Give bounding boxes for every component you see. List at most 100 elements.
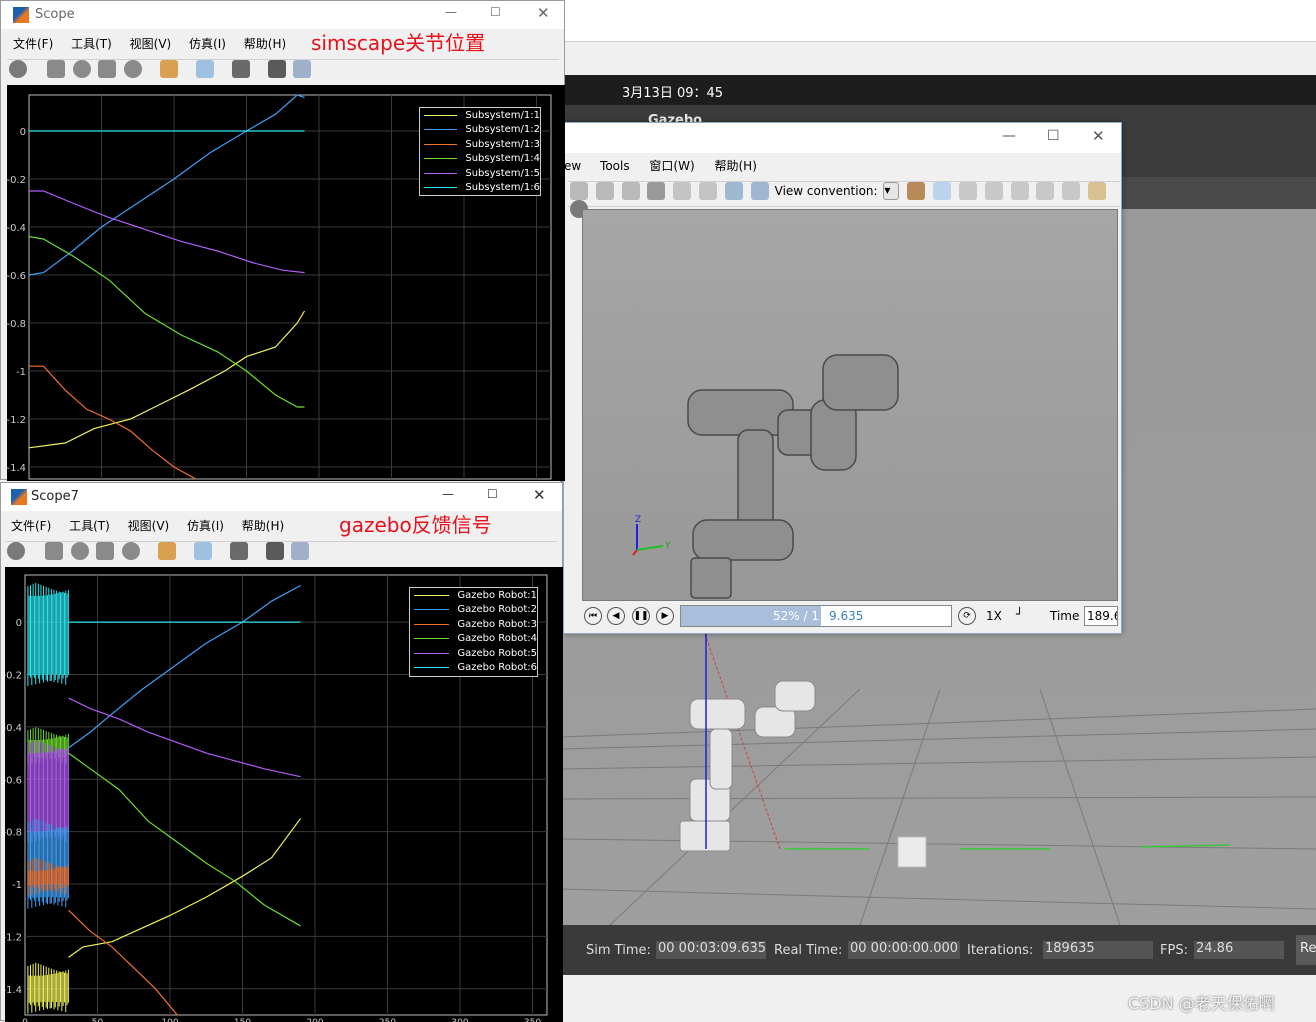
step-back-icon[interactable] (46, 60, 65, 78)
me-titlebar: — ☐ ✕ (564, 123, 1121, 153)
scope2-annotation: gazebo反馈信号 (339, 513, 492, 537)
pause-icon[interactable] (72, 60, 91, 78)
menu-tools[interactable]: 工具(T) (71, 37, 112, 51)
menu-tools[interactable]: 工具(T) (69, 519, 110, 533)
view-convention-dropdown[interactable]: ▾ (883, 182, 900, 200)
trigger-icon[interactable] (265, 542, 284, 560)
legend-label: Gazebo Robot:3 (457, 618, 537, 630)
stop-icon[interactable] (124, 60, 143, 78)
autoscale-icon[interactable] (231, 60, 250, 78)
measure-icon[interactable] (293, 60, 312, 78)
step-back-icon[interactable]: ◀ (607, 607, 625, 625)
settings-icon[interactable] (9, 60, 27, 78)
step-back-icon[interactable] (44, 542, 63, 560)
pause-icon[interactable] (70, 542, 89, 560)
legend-entry: Subsystem/1:5 (420, 166, 540, 181)
stop-icon[interactable] (122, 542, 141, 560)
scope-window-1: Scope — ☐ ✕ 文件(F) 工具(T) 视图(V) 仿真(I) 帮助(H… (0, 0, 565, 481)
scope1-plot-area[interactable]: 0 -0.2 -0.4 -0.6 -0.8 -1 -1.2 -1.4 Subsystem/1:… (7, 85, 565, 481)
view-front-icon[interactable] (570, 182, 588, 200)
skip-back-icon[interactable]: ⏮ (584, 607, 602, 625)
speed-slider-icon[interactable]: ┘ (1016, 607, 1023, 621)
svg-text:Z: Z (635, 515, 641, 525)
settings-icon[interactable] (7, 542, 25, 560)
me-playback-bar: ⏮ ◀ ❚❚ ▶ 52% / 1 9.635 ⟳ 1X ┘ Time 189.6 (582, 603, 1118, 631)
view-iso-icon[interactable] (647, 182, 666, 200)
view-back-icon[interactable] (595, 182, 614, 200)
rotate-icon[interactable] (958, 182, 977, 200)
legend-swatch (424, 187, 458, 189)
maximize-icon[interactable]: ☐ (1047, 128, 1060, 144)
menu-file[interactable]: 文件(F) (11, 519, 51, 533)
menu-tools[interactable]: Tools (600, 159, 630, 173)
maximize-icon[interactable]: ☐ (490, 5, 501, 19)
zoom-box-icon[interactable] (1062, 182, 1081, 200)
real-time-label: Real Time: (774, 943, 843, 958)
menu-view[interactable]: 视图(V) (130, 37, 172, 51)
watermark: CSDN @老天保佑啊 (1128, 994, 1275, 1013)
legend-swatch (414, 638, 450, 640)
minimize-icon[interactable]: — (445, 5, 457, 19)
reset-button[interactable]: Re (1296, 935, 1316, 965)
axes-icon[interactable] (1088, 182, 1107, 200)
menu-simulation[interactable]: 仿真(I) (187, 519, 224, 533)
view-side-icon[interactable] (621, 182, 640, 200)
minimize-icon[interactable]: — (1002, 128, 1016, 144)
menu-file[interactable]: 文件(F) (13, 37, 53, 51)
x-tick-label: 200 (306, 1018, 323, 1022)
close-icon[interactable]: ✕ (1092, 127, 1105, 145)
menu-help[interactable]: 帮助(H) (242, 519, 284, 533)
legend-swatch (414, 652, 450, 654)
maximize-icon[interactable]: ☐ (487, 487, 498, 501)
legend-label: Subsystem/1:2 (465, 124, 540, 136)
pause-icon[interactable]: ❚❚ (632, 607, 650, 625)
scope2-plot-area[interactable]: 0 -0.2 -0.4 -0.6 -0.8 -1 -1.2 -1.4 0 50 100 150 200 2… (5, 567, 563, 1022)
play-icon[interactable]: ▶ (656, 607, 674, 625)
legend-swatch (424, 158, 458, 160)
legend-entry: Gazebo Robot:4 (410, 632, 537, 647)
speed-value[interactable]: 1X (986, 609, 1002, 623)
select-icon[interactable] (933, 182, 952, 200)
split-view-icon[interactable] (673, 182, 692, 200)
legend-entry: Subsystem/1:3 (420, 137, 540, 152)
menu-view[interactable]: ew (564, 159, 581, 173)
menu-window[interactable]: 窗口(W) (649, 159, 694, 173)
pan-icon[interactable] (1010, 182, 1029, 200)
me-3d-view[interactable]: Z Y (582, 209, 1118, 601)
scope2-toolbar (5, 541, 557, 565)
svg-text:Y: Y (664, 541, 671, 551)
run-icon[interactable] (96, 542, 115, 560)
zoom-icon[interactable] (1036, 182, 1055, 200)
highlight-icon[interactable] (158, 542, 177, 560)
playback-progress[interactable]: 52% / 1 9.635 (680, 605, 952, 627)
loop-icon[interactable]: ⟳ (958, 607, 976, 625)
fit-view-icon[interactable] (724, 182, 743, 200)
fit-all-icon[interactable] (750, 182, 769, 200)
zoom-icon[interactable] (193, 542, 212, 560)
trigger-icon[interactable] (267, 60, 286, 78)
menu-help[interactable]: 帮助(H) (714, 159, 756, 173)
legend-entry: Gazebo Robot:2 (410, 603, 537, 618)
highlight-icon[interactable] (160, 60, 179, 78)
roll-icon[interactable] (984, 182, 1003, 200)
single-view-icon[interactable] (699, 182, 718, 200)
progress-text: 52% / 1 (773, 609, 819, 623)
close-icon[interactable]: ✕ (537, 4, 550, 22)
legend-swatch (414, 594, 450, 596)
legend-swatch (424, 172, 458, 174)
scene-icon[interactable] (907, 182, 926, 200)
autoscale-icon[interactable] (229, 542, 248, 560)
run-icon[interactable] (98, 60, 117, 78)
zoom-icon[interactable] (195, 60, 214, 78)
menu-simulation[interactable]: 仿真(I) (189, 37, 226, 51)
scope2-legend: Gazebo Robot:1 Gazebo Robot:2 Gazebo Robot… (409, 587, 538, 677)
minimize-icon[interactable]: — (442, 487, 454, 501)
legend-entry: Subsystem/1:6 (420, 181, 540, 196)
x-tick-label: 50 (92, 1018, 104, 1022)
time-field[interactable]: 189.6 (1084, 606, 1118, 626)
menu-help[interactable]: 帮助(H) (244, 37, 286, 51)
y-tick-label: -1.2 (7, 415, 26, 426)
measure-icon[interactable] (291, 542, 310, 560)
close-icon[interactable]: ✕ (533, 486, 546, 504)
menu-view[interactable]: 视图(V) (128, 519, 170, 533)
